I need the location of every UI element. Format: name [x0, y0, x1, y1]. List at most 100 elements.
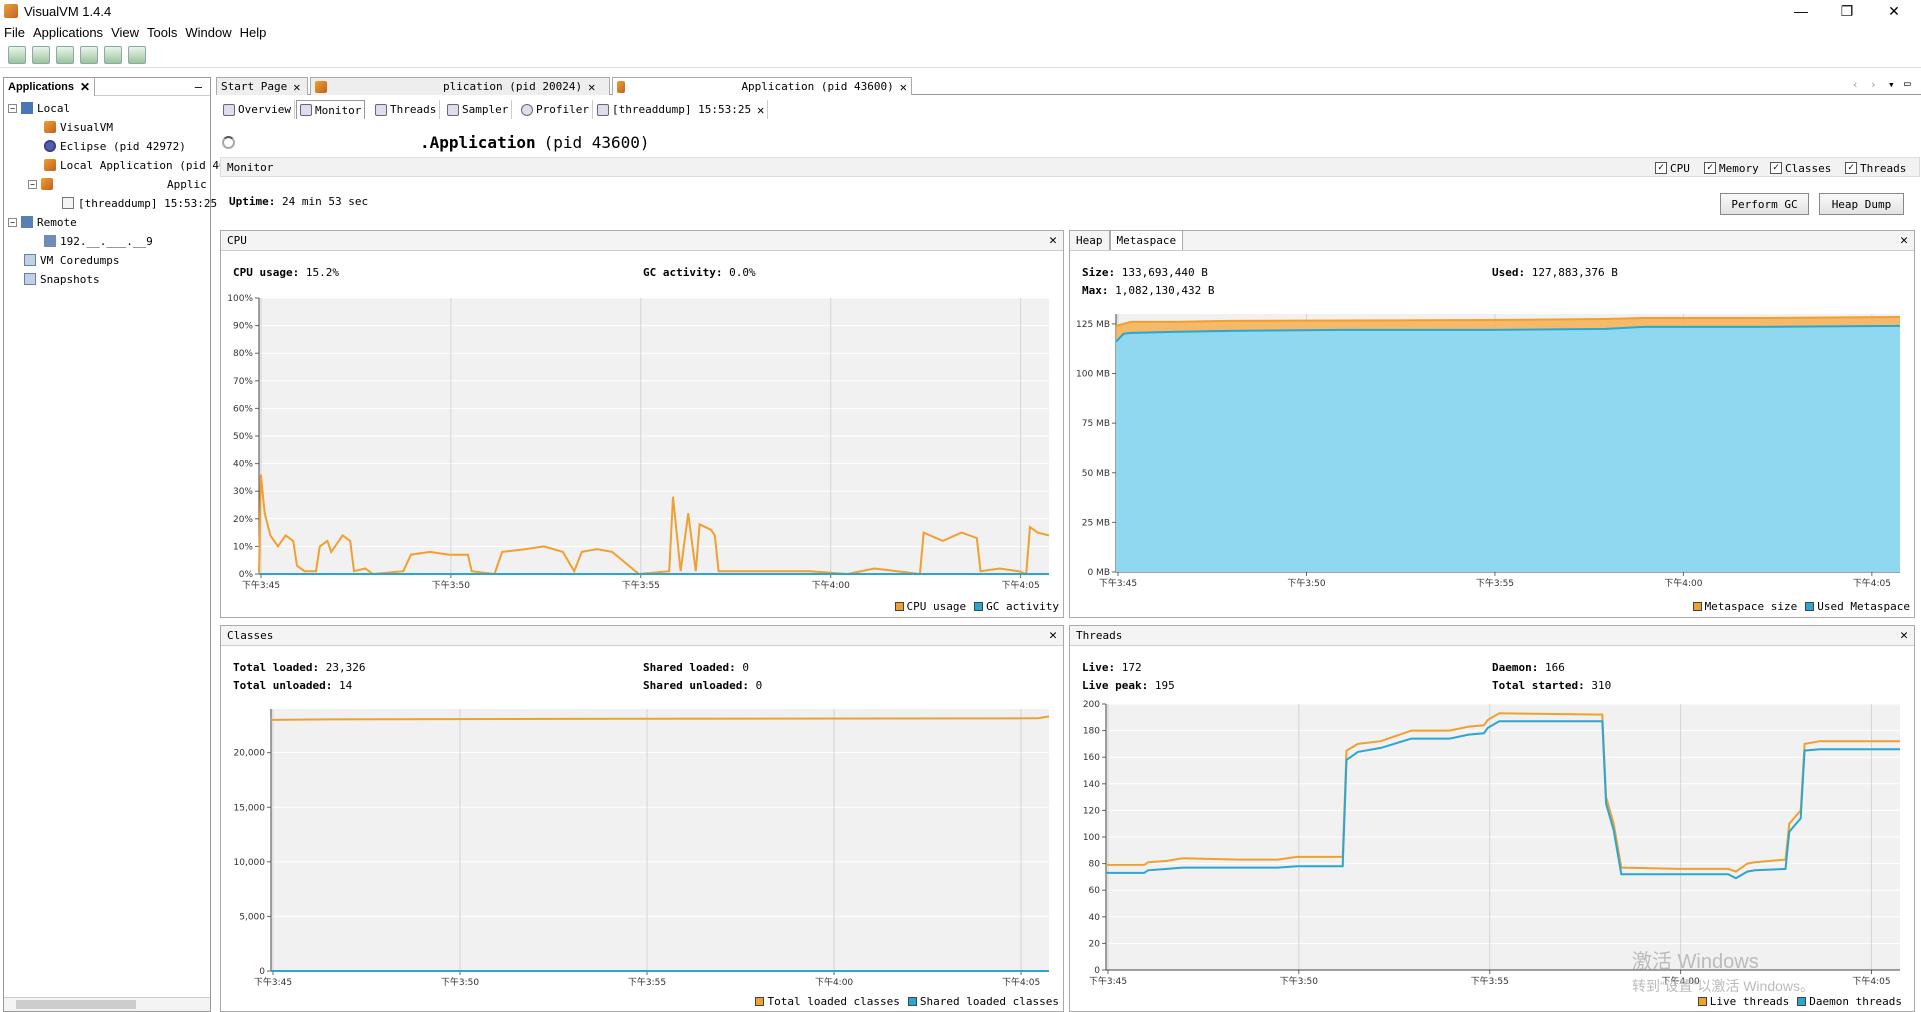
- menu-help[interactable]: Help: [240, 25, 267, 40]
- minimize-button[interactable]: —: [1779, 0, 1823, 22]
- stat-value: 195: [1154, 679, 1175, 692]
- cpu-checkbox[interactable]: ✓ CPU: [1655, 160, 1690, 176]
- menu-file[interactable]: File: [4, 25, 25, 40]
- legend-label: Used Metaspace: [1817, 600, 1910, 613]
- scroll-right-icon[interactable]: ›: [1870, 78, 1877, 91]
- tab-list-icon[interactable]: ▾: [1888, 78, 1895, 91]
- close-icon[interactable]: ✕: [1900, 233, 1908, 248]
- tab-threaddump[interactable]: [threaddump] 15:53:25 ✕: [594, 100, 769, 119]
- tree-node-remote[interactable]: − Remote: [8, 214, 77, 230]
- y-tick-label: 10%: [233, 542, 253, 552]
- restore-button[interactable]: ❐: [1825, 0, 1869, 22]
- scroll-left-icon[interactable]: ‹: [1852, 78, 1859, 91]
- close-icon[interactable]: ✕: [757, 103, 764, 117]
- close-icon[interactable]: ✕: [900, 80, 907, 94]
- close-icon[interactable]: ✕: [80, 80, 90, 94]
- tree-node-snapshots[interactable]: Snapshots: [24, 271, 100, 287]
- tree-node-visualvm[interactable]: VisualVM: [44, 119, 113, 135]
- heap-dump-button[interactable]: Heap Dump: [1819, 193, 1904, 215]
- menu-applications[interactable]: Applications: [33, 25, 103, 40]
- collapse-icon[interactable]: −: [8, 103, 17, 113]
- sampler-icon: [447, 103, 459, 116]
- minimize-panel-icon[interactable]: —: [195, 80, 202, 94]
- stat-label: Total loaded:: [233, 661, 320, 674]
- java-app-icon: [315, 80, 327, 93]
- tab-label: plication (pid 20024): [443, 80, 583, 93]
- checkbox-checked-icon: ✓: [1704, 162, 1716, 174]
- add-jmx-connection-icon[interactable]: [56, 45, 74, 64]
- close-window-button[interactable]: ✕: [1872, 0, 1916, 22]
- memory-checkbox[interactable]: ✓ Memory: [1704, 160, 1759, 176]
- tab-threads[interactable]: Threads: [372, 100, 441, 119]
- tab-label: Overview: [238, 103, 291, 116]
- tree-node-vm-coredumps[interactable]: VM Coredumps: [24, 252, 119, 268]
- threads-checkbox[interactable]: ✓ Threads: [1845, 160, 1906, 176]
- tab-application-43600[interactable]: Application (pid 43600) ✕: [612, 77, 912, 95]
- close-icon[interactable]: ✕: [1900, 628, 1908, 643]
- tab-profiler[interactable]: Profiler: [518, 100, 593, 119]
- menu-window[interactable]: Window: [185, 25, 231, 40]
- legend-label: Live threads: [1709, 995, 1790, 1008]
- collapse-icon[interactable]: −: [8, 217, 17, 227]
- load-core-dump-icon[interactable]: [32, 45, 50, 64]
- app-name: .Application: [420, 132, 536, 152]
- close-icon[interactable]: ✕: [293, 80, 300, 94]
- tree-node-remote-host[interactable]: 192.__.___.__9: [44, 233, 153, 249]
- x-tick-label: 下午3:55: [1476, 577, 1514, 589]
- live-threads: Live: 172: [1082, 661, 1142, 674]
- y-tick-label: 70%: [233, 377, 253, 387]
- remote-icon: [21, 216, 33, 228]
- java-app-icon: [44, 159, 56, 171]
- perform-gc-button[interactable]: Perform GC: [1720, 193, 1809, 215]
- checkbox-checked-icon: ✓: [1655, 162, 1667, 174]
- tab-application-20024[interactable]: plication (pid 20024) ✕: [310, 77, 610, 95]
- host-icon: [44, 235, 56, 247]
- legend-label: GC activity: [986, 600, 1059, 613]
- close-icon[interactable]: ✕: [1049, 628, 1057, 643]
- metaspace-max: Max: 1,082,130,432 B: [1082, 284, 1214, 297]
- y-tick-label: 0: [1094, 966, 1100, 976]
- close-icon[interactable]: ✕: [588, 80, 595, 94]
- add-remote-host-icon[interactable]: [80, 45, 98, 64]
- tab-monitor[interactable]: Monitor: [296, 100, 366, 119]
- add-snapshot-icon[interactable]: [128, 45, 146, 64]
- tab-start-page[interactable]: Start Page ✕: [216, 77, 308, 95]
- tree-node-threaddump[interactable]: [threaddump] 15:53:25: [62, 195, 217, 211]
- tree-node-local-application[interactable]: Local Application (pid 46: [44, 157, 226, 173]
- stat-value: 15.2%: [305, 266, 339, 279]
- menu-view[interactable]: View: [111, 25, 139, 40]
- metaspace-size: Size: 133,693,440 B: [1082, 266, 1208, 279]
- legend-swatch: [755, 997, 765, 1006]
- tree-node-application[interactable]: − Applic: [28, 176, 207, 192]
- load-application-snapshot-icon[interactable]: [8, 45, 26, 64]
- horizontal-scrollbar[interactable]: [4, 997, 210, 1011]
- tab-label: Monitor: [315, 103, 362, 117]
- collapse-icon[interactable]: −: [28, 179, 37, 189]
- stat-value: 1,082,130,432 B: [1115, 284, 1215, 297]
- cpu-chart: 0% 10% 20% 30% 40% 50% 60% 70% 80% 90% 100% 下午3:45 下…: [227, 294, 1050, 591]
- main-toolbar: [0, 42, 1921, 68]
- tree-node-eclipse[interactable]: Eclipse (pid 42972): [44, 138, 186, 154]
- stat-label: Shared loaded:: [643, 661, 736, 674]
- tab-metaspace[interactable]: Metaspace: [1109, 231, 1184, 250]
- plot-area: [271, 709, 1049, 971]
- x-tick-label: 下午3:55: [628, 976, 666, 988]
- computer-icon: [21, 102, 33, 114]
- x-tick-label: 下午3:55: [1471, 975, 1509, 987]
- scrollbar-thumb[interactable]: [16, 1000, 136, 1009]
- tab-sampler[interactable]: Sampler: [444, 100, 513, 119]
- maximize-icon[interactable]: ▭: [1904, 77, 1911, 90]
- y-tick-label: 20,000: [234, 749, 266, 759]
- metaspace-used: Used: 127,883,376 B: [1492, 266, 1618, 279]
- stat-value: 133,693,440 B: [1121, 266, 1208, 279]
- cpu-legend: CPU usage GC activity: [887, 600, 1059, 613]
- legend-swatch: [1797, 997, 1807, 1006]
- tab-heap[interactable]: Heap: [1070, 231, 1110, 250]
- tab-overview[interactable]: Overview: [220, 100, 295, 119]
- add-vm-coredump-icon[interactable]: [104, 45, 122, 64]
- applications-tab[interactable]: Applications ✕: [4, 77, 96, 96]
- tree-node-local[interactable]: − Local: [8, 100, 70, 116]
- menu-tools[interactable]: Tools: [147, 25, 177, 40]
- classes-checkbox[interactable]: ✓ Classes: [1770, 160, 1831, 176]
- close-icon[interactable]: ✕: [1049, 233, 1057, 248]
